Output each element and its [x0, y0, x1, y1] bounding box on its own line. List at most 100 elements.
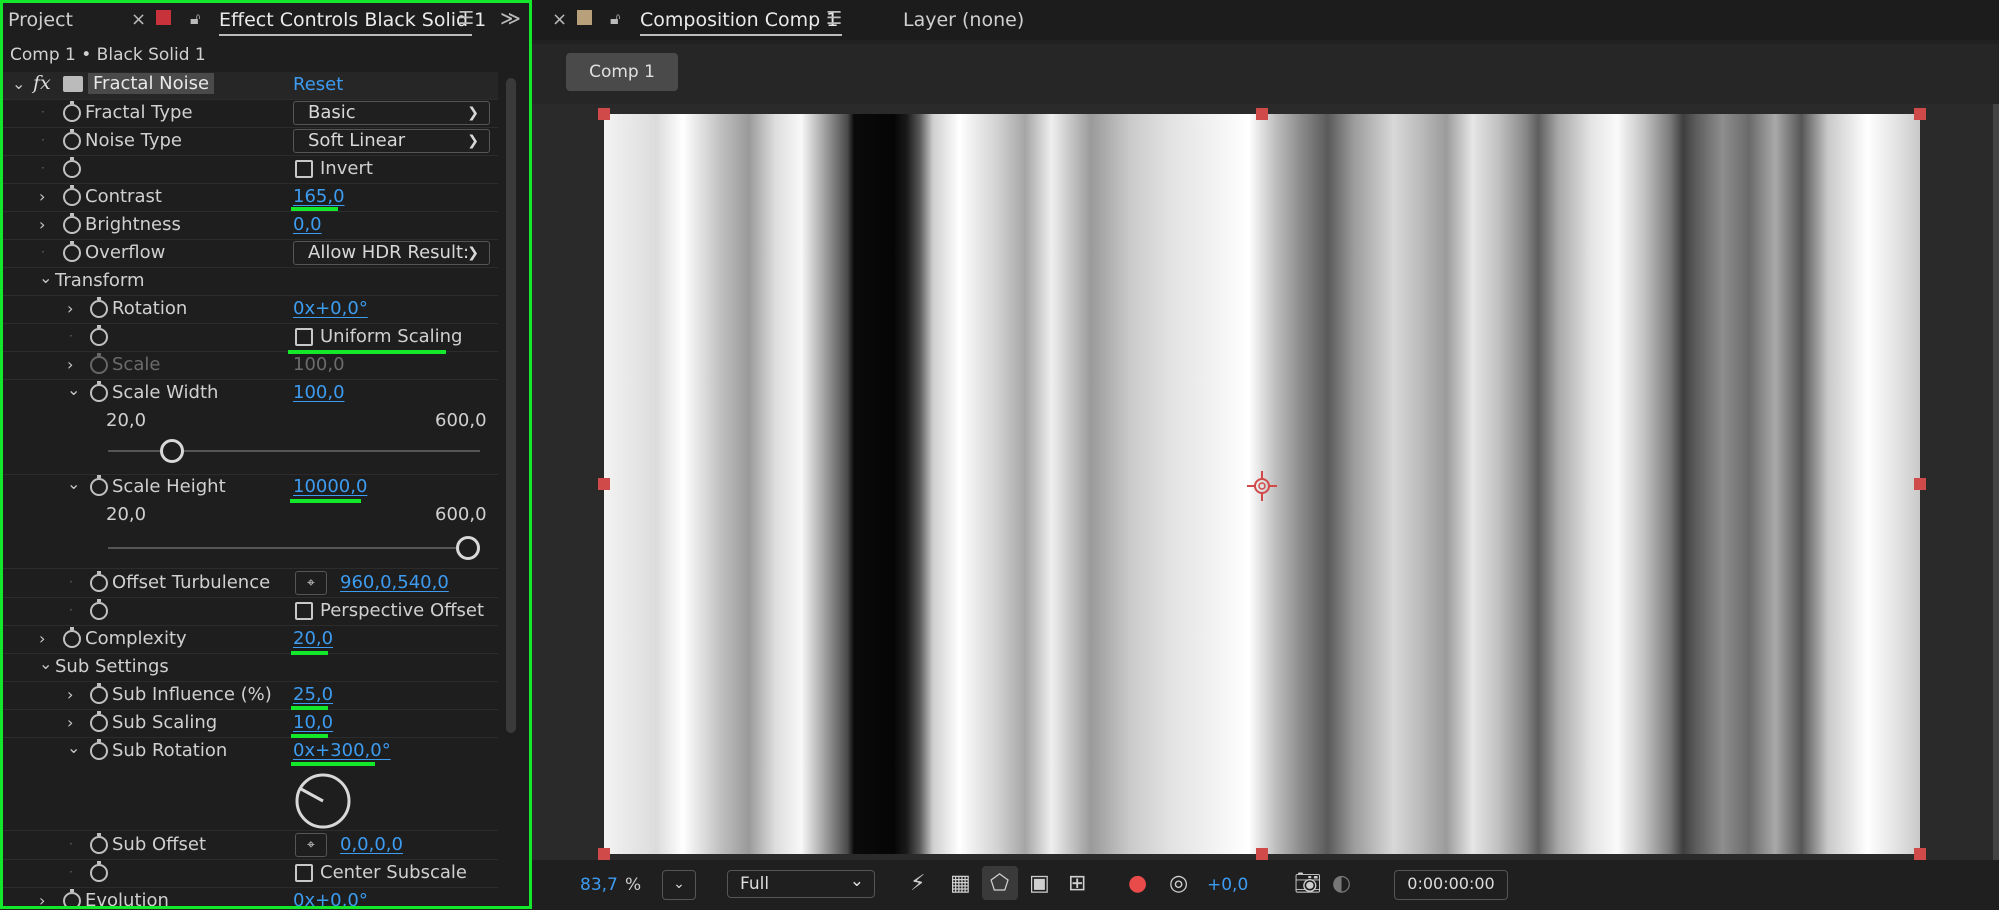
panel-menu-icon[interactable]: ☰ — [826, 8, 842, 29]
grid-guides-icon[interactable]: ⊞ — [1068, 871, 1086, 896]
snapshot-camera-icon[interactable]: 📷︎ — [1294, 871, 1322, 896]
rotation-dial[interactable] — [293, 771, 353, 831]
stopwatch-icon[interactable] — [90, 599, 108, 620]
overflow-dropdown[interactable]: Allow HDR Result: ❯ — [293, 241, 490, 265]
stopwatch-icon[interactable] — [90, 833, 108, 854]
comp-flow-tab[interactable]: Comp 1 — [566, 53, 678, 91]
anchor-point-icon[interactable] — [1246, 470, 1278, 502]
stopwatch-icon[interactable] — [63, 627, 81, 648]
stopwatch-icon[interactable] — [63, 101, 81, 122]
scrollbar[interactable] — [506, 78, 516, 733]
chevron-down-icon[interactable]: ⌄ — [67, 380, 80, 399]
fx-icon[interactable]: fx — [33, 72, 51, 94]
show-snapshot-icon[interactable]: ◐ — [1332, 871, 1351, 896]
stopwatch-icon[interactable] — [90, 861, 108, 882]
layer-handle-middle-right[interactable] — [1914, 478, 1926, 490]
layer-handle-bottom-center[interactable] — [1256, 848, 1268, 860]
fast-previews-icon[interactable]: ⚡︎ — [910, 871, 925, 896]
chevron-right-icon[interactable]: › — [67, 713, 73, 732]
reset-button[interactable]: Reset — [293, 74, 343, 95]
scale-width-value[interactable]: 100,0 — [293, 382, 345, 403]
tab-layer[interactable]: Layer (none) — [903, 9, 1024, 31]
layer-handle-bottom-right[interactable] — [1914, 848, 1926, 860]
stopwatch-icon[interactable] — [63, 889, 81, 906]
scale-height-slider-track[interactable] — [108, 547, 480, 549]
stopwatch-icon[interactable] — [90, 381, 108, 402]
sub-influence-value[interactable]: 25,0 — [293, 684, 333, 705]
sub-offset-value[interactable]: 0,0,0,0 — [340, 834, 403, 855]
stopwatch-icon[interactable] — [90, 571, 108, 592]
chevron-right-icon[interactable]: › — [39, 629, 45, 648]
overflow-chevron-icon[interactable]: ≫ — [500, 6, 521, 30]
stopwatch-icon[interactable] — [63, 241, 81, 262]
stopwatch-icon[interactable] — [90, 475, 108, 496]
chevron-right-icon[interactable]: › — [67, 355, 73, 374]
tab-composition[interactable]: Composition Comp 1 — [640, 9, 838, 31]
chevron-down-icon[interactable]: ⌄ — [39, 268, 52, 287]
crosshair-icon[interactable]: ⌖ — [295, 833, 327, 857]
stopwatch-icon[interactable] — [63, 185, 81, 206]
crosshair-icon[interactable]: ⌖ — [295, 571, 327, 595]
chevron-down-icon[interactable]: ⌄ — [67, 474, 80, 493]
stopwatch-icon[interactable] — [90, 683, 108, 704]
close-icon[interactable]: × — [131, 9, 146, 30]
group-sub-settings[interactable]: ⌄ Sub Settings — [3, 654, 498, 682]
layer-handle-bottom-left[interactable] — [598, 848, 610, 860]
group-transform[interactable]: ⌄ Transform — [3, 268, 498, 296]
zoom-dropdown[interactable]: ⌄ — [662, 870, 696, 900]
mask-path-icon[interactable]: ⬠ — [990, 871, 1009, 896]
chevron-right-icon[interactable]: › — [39, 891, 45, 906]
complexity-value[interactable]: 20,0 — [293, 628, 333, 649]
effect-name[interactable]: Fractal Noise — [88, 73, 215, 94]
stopwatch-icon[interactable] — [90, 739, 108, 760]
layer-handle-top-center[interactable] — [1256, 108, 1268, 120]
offset-turbulence-value[interactable]: 960,0,540,0 — [340, 572, 449, 593]
chevron-right-icon[interactable]: › — [39, 215, 45, 234]
close-icon[interactable]: × — [552, 9, 567, 30]
channels-icon[interactable]: ● — [1128, 871, 1147, 896]
stopwatch-icon[interactable] — [63, 213, 81, 234]
exposure-value[interactable]: +0,0 — [1207, 875, 1248, 895]
fractal-type-dropdown[interactable]: Basic ❯ — [293, 101, 490, 125]
invert-checkbox[interactable] — [295, 160, 313, 178]
panel-menu-icon[interactable]: ☰ — [458, 8, 474, 29]
stopwatch-icon[interactable] — [63, 129, 81, 150]
scale-height-value[interactable]: 10000,0 — [293, 476, 367, 497]
chevron-right-icon[interactable]: › — [39, 187, 45, 206]
stopwatch-icon[interactable] — [90, 297, 108, 318]
noise-type-dropdown[interactable]: Soft Linear ❯ — [293, 129, 490, 153]
color-management-icon[interactable]: ◎ — [1169, 871, 1188, 896]
zoom-value[interactable]: 83,7 — [580, 875, 618, 895]
chevron-down-icon[interactable]: ⌄ — [12, 74, 25, 93]
tab-project[interactable]: Project — [8, 9, 73, 31]
uniform-scaling-checkbox[interactable] — [295, 328, 313, 346]
lock-icon[interactable]: 🔓︎ — [610, 9, 620, 29]
chevron-right-icon[interactable]: › — [67, 685, 73, 704]
layer-handle-middle-left[interactable] — [598, 478, 610, 490]
sub-rotation-value[interactable]: 0x+300,0° — [293, 740, 391, 761]
region-of-interest-icon[interactable]: ▣ — [1029, 871, 1050, 896]
rotation-value[interactable]: 0x+0,0° — [293, 298, 368, 319]
brightness-value[interactable]: 0,0 — [293, 214, 322, 235]
timecode-display[interactable]: 0:00:00:00 — [1394, 870, 1508, 900]
tab-effect-controls[interactable]: Effect Controls Black Solid 1 — [219, 9, 486, 31]
chevron-right-icon[interactable]: › — [67, 299, 73, 318]
transparency-grid-icon[interactable]: ▦ — [950, 871, 971, 896]
stopwatch-icon[interactable] — [90, 325, 108, 346]
viewer-scrollbar[interactable] — [1993, 104, 1999, 860]
chevron-down-icon[interactable]: ⌄ — [39, 654, 52, 673]
stopwatch-icon[interactable] — [90, 711, 108, 732]
stopwatch-icon[interactable] — [63, 157, 81, 178]
chevron-down-icon[interactable]: ⌄ — [67, 738, 80, 757]
resolution-dropdown[interactable]: Full ⌄ — [727, 870, 875, 898]
sub-scaling-value[interactable]: 10,0 — [293, 712, 333, 733]
lock-icon[interactable]: 🔓︎ — [190, 9, 200, 29]
contrast-value[interactable]: 165,0 — [293, 186, 345, 207]
center-subscale-checkbox[interactable] — [295, 864, 313, 882]
perspective-offset-checkbox[interactable] — [295, 602, 313, 620]
evolution-value[interactable]: 0x+0,0° — [293, 890, 368, 906]
scale-width-slider-knob[interactable] — [160, 439, 185, 463]
layer-handle-top-left[interactable] — [598, 108, 610, 120]
layer-handle-top-right[interactable] — [1914, 108, 1926, 120]
scale-height-slider-knob[interactable] — [456, 536, 480, 560]
